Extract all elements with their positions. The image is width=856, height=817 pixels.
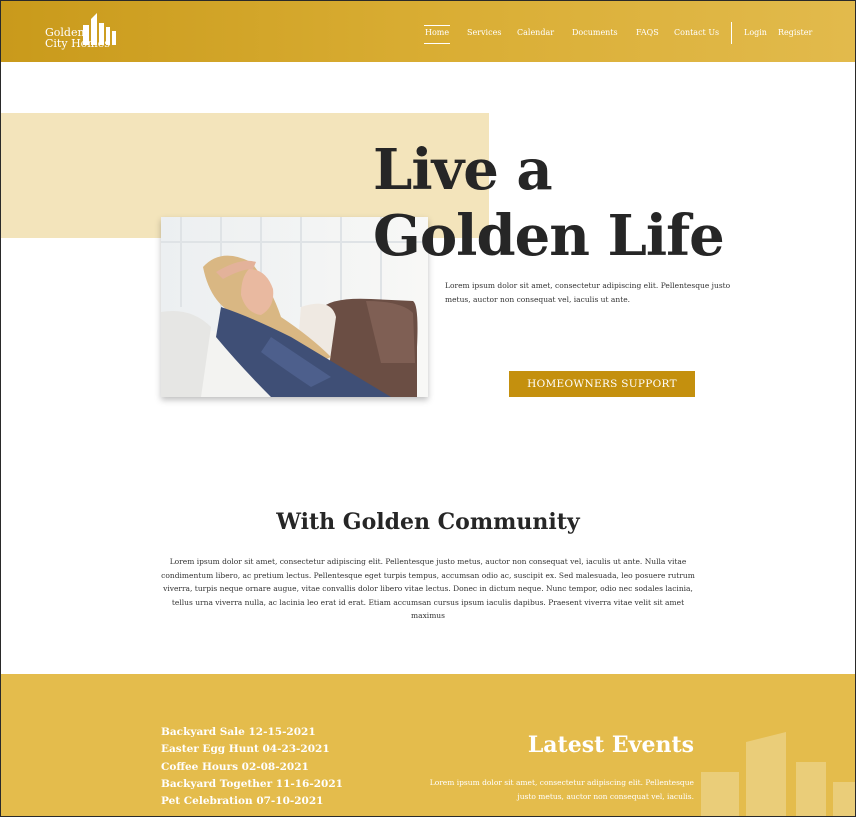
hero-title-line-2: Golden Life xyxy=(373,203,725,269)
hero-description: Lorem ipsum dolor sit amet, consectetur … xyxy=(445,281,731,304)
nav-services[interactable]: Services xyxy=(467,28,501,37)
nav-calendar[interactable]: Calendar xyxy=(517,28,554,37)
page: Golden City Homes Home Services Calendar… xyxy=(0,0,856,817)
site-logo[interactable]: Golden City Homes xyxy=(45,13,117,55)
community-description: Lorem ipsum dolor sit amet, consectetur … xyxy=(161,557,695,620)
nav-contact-us[interactable]: Contact Us xyxy=(674,28,719,37)
homeowners-support-button[interactable]: HOMEOWNERS SUPPORT xyxy=(509,371,695,397)
event-item[interactable]: Pet Celebration 07-10-2021 xyxy=(161,793,343,810)
event-item[interactable]: Backyard Sale 12-15-2021 xyxy=(161,724,343,741)
buildings-watermark-icon xyxy=(701,732,855,816)
buildings-icon xyxy=(83,13,116,45)
community-title: With Golden Community xyxy=(276,509,580,535)
event-item[interactable]: Easter Egg Hunt 04-23-2021 xyxy=(161,741,343,758)
event-item[interactable]: Backyard Together 11-16-2021 xyxy=(161,776,343,793)
nav-login[interactable]: Login xyxy=(744,28,767,37)
latest-events-title: Latest Events xyxy=(527,732,694,758)
event-item[interactable]: Coffee Hours 02-08-2021 xyxy=(161,759,343,776)
nav-documents[interactable]: Documents xyxy=(572,28,618,37)
nav-divider xyxy=(731,22,732,44)
hero-title-line-1: Live a xyxy=(373,137,553,203)
nav-home[interactable]: Home xyxy=(423,25,451,44)
latest-events-description: Lorem ipsum dolor sit amet, consectetur … xyxy=(429,778,694,801)
nav-register[interactable]: Register xyxy=(778,28,812,37)
events-section: Backyard Sale 12-15-2021 Easter Egg Hunt… xyxy=(1,674,855,816)
event-list: Backyard Sale 12-15-2021 Easter Egg Hunt… xyxy=(161,724,343,810)
site-header: Golden City Homes Home Services Calendar… xyxy=(1,1,855,62)
hero-title: Live a Golden Life xyxy=(373,137,725,269)
nav-faqs[interactable]: FAQS xyxy=(636,28,659,37)
